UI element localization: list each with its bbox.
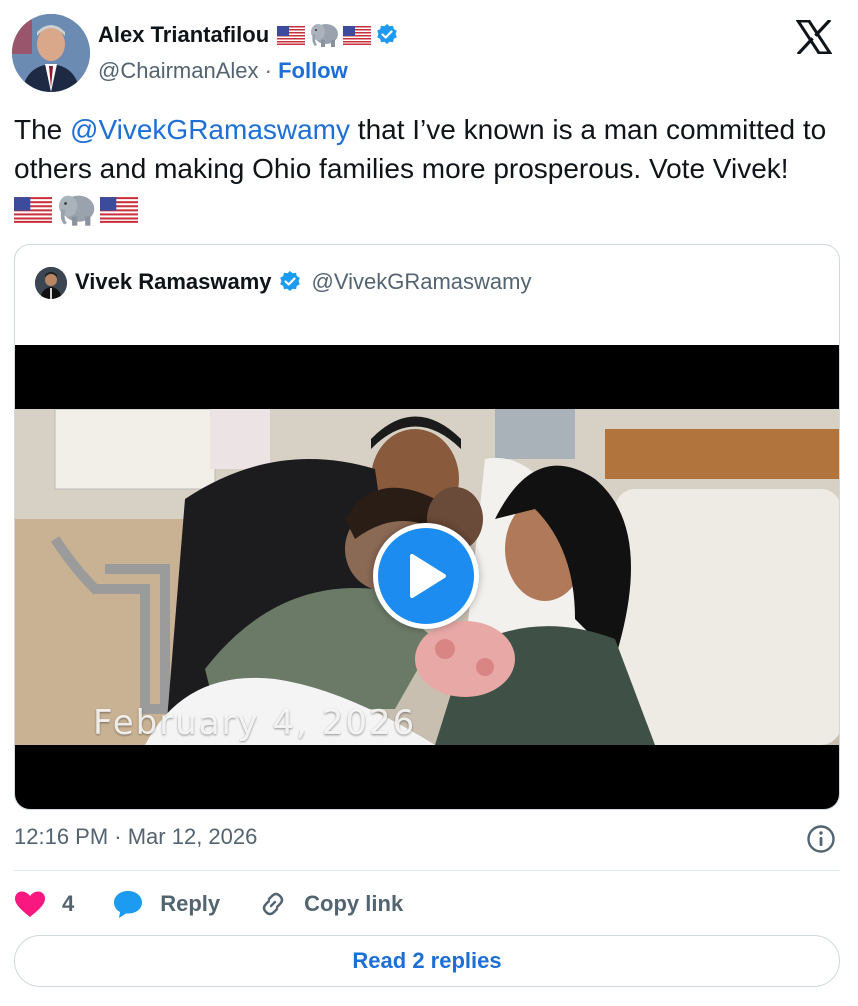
follow-button[interactable]: Follow bbox=[278, 58, 348, 83]
tweet-header: Alex Triantafilou @ChairmanAlex · Follow bbox=[12, 12, 846, 92]
like-button[interactable]: 4 bbox=[14, 890, 74, 918]
heart-icon bbox=[15, 891, 45, 917]
us-flag-icon bbox=[277, 25, 306, 45]
tweet-timestamp[interactable]: 12:16 PM · Mar 12, 2026 bbox=[14, 824, 257, 850]
us-flag-icon bbox=[343, 25, 372, 45]
quoted-tweet-card[interactable]: Vivek Ramaswamy @VivekGRamaswamy Februar… bbox=[14, 244, 840, 810]
copy-link-label: Copy link bbox=[304, 891, 404, 916]
read-replies-label: Read 2 replies bbox=[352, 948, 502, 973]
divider bbox=[14, 870, 840, 871]
reply-label: Reply bbox=[160, 891, 221, 916]
elephant-icon bbox=[59, 195, 95, 226]
author-avatar[interactable] bbox=[12, 14, 90, 92]
author-handle-row: @ChairmanAlex · Follow bbox=[98, 58, 348, 84]
author-name-row[interactable]: Alex Triantafilou bbox=[98, 22, 399, 48]
play-button[interactable] bbox=[373, 523, 479, 629]
verified-badge-icon bbox=[377, 24, 397, 44]
tweet-text: The @VivekGRamaswamy that I’ve known is … bbox=[14, 110, 834, 227]
read-replies-button[interactable]: Read 2 replies bbox=[14, 935, 840, 987]
play-icon bbox=[410, 554, 446, 598]
mention-link[interactable]: @VivekGRamaswamy bbox=[70, 114, 350, 145]
tweet-text-before: The bbox=[14, 114, 71, 145]
info-icon[interactable] bbox=[806, 824, 836, 854]
verified-badge-icon bbox=[279, 271, 300, 291]
action-bar: 4 Reply Copy link bbox=[14, 882, 840, 926]
quoted-author-handle[interactable]: @VivekGRamaswamy bbox=[312, 269, 532, 295]
link-icon bbox=[262, 892, 284, 916]
quoted-author-row[interactable]: Vivek Ramaswamy @VivekGRamaswamy bbox=[75, 269, 532, 295]
video-date-overlay: February 4, 2026 bbox=[93, 703, 417, 743]
video-player[interactable]: February 4, 2026 bbox=[15, 345, 839, 809]
reply-button[interactable]: Reply bbox=[112, 889, 220, 919]
copy-link-button[interactable]: Copy link bbox=[258, 889, 403, 919]
quoted-author-name[interactable]: Vivek Ramaswamy bbox=[75, 269, 272, 295]
author-name[interactable]: Alex Triantafilou bbox=[98, 22, 269, 48]
quoted-author-avatar[interactable] bbox=[35, 267, 67, 299]
reply-bubble-icon bbox=[114, 891, 143, 918]
elephant-icon bbox=[311, 24, 339, 47]
handle-separator: · bbox=[264, 58, 272, 83]
like-count: 4 bbox=[62, 891, 75, 916]
us-flag-icon bbox=[14, 196, 52, 223]
x-logo-icon[interactable] bbox=[796, 20, 832, 54]
us-flag-icon bbox=[100, 196, 138, 223]
author-handle[interactable]: @ChairmanAlex bbox=[98, 58, 259, 83]
